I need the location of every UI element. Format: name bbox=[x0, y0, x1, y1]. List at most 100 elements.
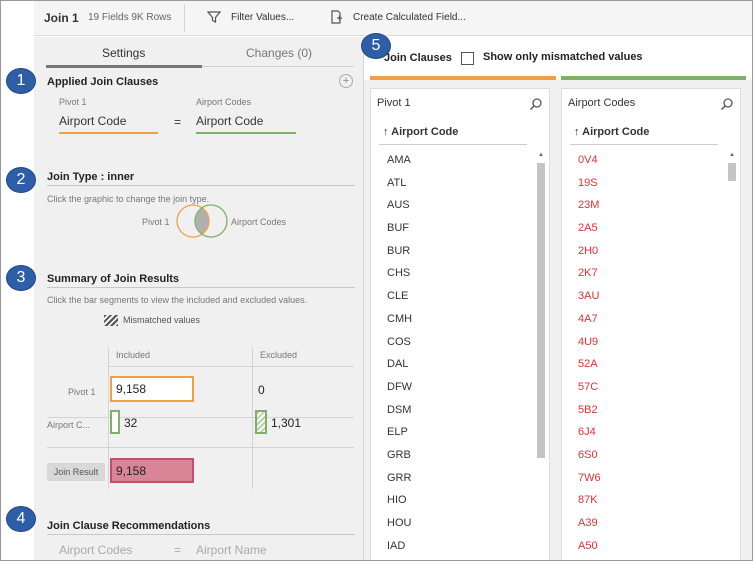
value-item[interactable]: 87K bbox=[578, 489, 718, 512]
value-item[interactable]: 0V4 bbox=[578, 149, 718, 172]
filter-values-button[interactable]: Filter Values... bbox=[207, 8, 294, 26]
airport-excluded-bar[interactable] bbox=[255, 410, 267, 434]
recommendation-left-field[interactable]: Airport Codes bbox=[59, 543, 132, 557]
value-item[interactable]: 4U9 bbox=[578, 331, 718, 354]
hatch-pattern-icon bbox=[104, 315, 118, 326]
value-item[interactable]: 52A bbox=[578, 353, 718, 376]
callout-badge-2: 2 bbox=[6, 167, 36, 193]
search-icon[interactable] bbox=[529, 97, 543, 111]
excluded-header: Excluded bbox=[260, 350, 298, 360]
row-label-pivot: Pivot 1 bbox=[68, 387, 96, 397]
recommendation-right-field[interactable]: Airport Name bbox=[196, 543, 267, 557]
value-item[interactable]: GRR bbox=[387, 467, 527, 490]
right-join-field[interactable]: Airport Code bbox=[196, 114, 296, 134]
value-item[interactable]: 7W6 bbox=[578, 467, 718, 490]
pivot-excluded-value[interactable]: 0 bbox=[258, 383, 265, 397]
callout-badge-4: 4 bbox=[6, 506, 36, 532]
create-calculated-field-label: Create Calculated Field... bbox=[353, 11, 466, 23]
left-column-field-header[interactable]: ↑ Airport Code bbox=[383, 126, 458, 138]
pivot-included-bar[interactable]: 9,158 bbox=[110, 376, 194, 402]
join-result-label-text: Join Result bbox=[53, 467, 99, 477]
value-item[interactable]: AUS bbox=[387, 194, 527, 217]
value-item[interactable]: DSM bbox=[387, 399, 527, 422]
recommendations-title: Join Clause Recommendations bbox=[47, 520, 211, 532]
scroll-up-icon[interactable]: ▲ bbox=[537, 151, 545, 159]
mismatched-only-label[interactable]: Show only mismatched values bbox=[483, 51, 643, 63]
value-item[interactable]: HIO bbox=[387, 489, 527, 512]
recommendation-operator: = bbox=[174, 543, 182, 557]
value-item[interactable]: BUR bbox=[387, 240, 527, 263]
left-join-field[interactable]: Airport Code bbox=[59, 114, 158, 134]
value-item[interactable]: BUF bbox=[387, 217, 527, 240]
left-values-column: Pivot 1 ↑ Airport Code AMA ATL AUS BUF BUR CH… bbox=[370, 88, 550, 561]
join-result-bar[interactable]: 9,158 bbox=[110, 458, 194, 483]
calculated-field-icon bbox=[331, 10, 342, 24]
included-header: Included bbox=[116, 350, 151, 360]
venn-diagram-icon[interactable] bbox=[174, 202, 230, 240]
toolbar: Join 1 19 Fields 9K Rows Filter Values..… bbox=[34, 0, 752, 36]
applied-join-clauses-title: Applied Join Clauses bbox=[47, 76, 159, 88]
tab-settings[interactable]: Settings bbox=[102, 46, 145, 60]
right-column-field-header[interactable]: ↑ Airport Code bbox=[574, 126, 649, 138]
join-result-value: 9,158 bbox=[116, 463, 147, 478]
value-item[interactable]: DAL bbox=[387, 353, 527, 376]
right-scrollbar[interactable]: ▲ bbox=[728, 151, 736, 561]
scroll-up-icon[interactable]: ▲ bbox=[728, 151, 736, 159]
value-item[interactable]: CLE bbox=[387, 285, 527, 308]
value-item[interactable]: 6J4 bbox=[578, 421, 718, 444]
venn-right-label: Airport Codes bbox=[231, 217, 287, 227]
value-item[interactable]: 2H0 bbox=[578, 240, 718, 263]
create-calculated-field-button[interactable]: Create Calculated Field... bbox=[329, 8, 466, 26]
value-item[interactable]: 3AU bbox=[578, 285, 718, 308]
callout-badge-1: 1 bbox=[6, 68, 36, 94]
column-header-divider bbox=[570, 144, 718, 145]
value-item[interactable]: DFW bbox=[387, 376, 527, 399]
join-type-title: Join Type : inner bbox=[47, 171, 135, 183]
mismatched-only-checkbox[interactable] bbox=[461, 52, 474, 65]
join-type-divider bbox=[47, 185, 355, 186]
tab-divider bbox=[202, 66, 354, 67]
grid-line bbox=[47, 447, 354, 448]
value-item[interactable]: 2K7 bbox=[578, 262, 718, 285]
value-item[interactable]: GRB bbox=[387, 444, 527, 467]
toolbar-divider bbox=[184, 4, 185, 32]
value-item[interactable]: 5B2 bbox=[578, 399, 718, 422]
plus-icon[interactable]: + bbox=[339, 74, 353, 88]
scrollbar-thumb[interactable] bbox=[537, 163, 545, 458]
search-icon[interactable] bbox=[720, 97, 734, 111]
join-operator[interactable]: = bbox=[174, 115, 181, 129]
value-item[interactable]: AMA bbox=[387, 149, 527, 172]
grid-line bbox=[108, 347, 109, 489]
value-item[interactable]: 2A5 bbox=[578, 217, 718, 240]
tab-changes[interactable]: Changes (0) bbox=[246, 46, 312, 60]
airport-included-bar[interactable] bbox=[110, 410, 120, 434]
value-item[interactable]: IAD bbox=[387, 535, 527, 558]
join-result-label: Join Result bbox=[47, 463, 105, 481]
value-item[interactable]: ELP bbox=[387, 421, 527, 444]
value-item[interactable]: 57C bbox=[578, 376, 718, 399]
value-item[interactable]: A50 bbox=[578, 535, 718, 558]
step-title: Join 1 bbox=[44, 11, 79, 25]
column-header-divider bbox=[379, 144, 527, 145]
callout-badge-3: 3 bbox=[6, 265, 36, 291]
value-item[interactable]: CHS bbox=[387, 262, 527, 285]
value-item[interactable]: 4A7 bbox=[578, 308, 718, 331]
value-item[interactable]: 23M bbox=[578, 194, 718, 217]
value-item[interactable]: ATL bbox=[387, 172, 527, 195]
airport-excluded-value: 1,301 bbox=[271, 416, 302, 430]
value-item[interactable]: A39 bbox=[578, 512, 718, 535]
join-settings-panel: Settings Changes (0) Applied Join Clause… bbox=[34, 37, 364, 561]
value-item[interactable]: COS bbox=[387, 331, 527, 354]
value-item[interactable]: 19S bbox=[578, 172, 718, 195]
recommendations-divider bbox=[47, 534, 355, 535]
scrollbar-thumb[interactable] bbox=[728, 163, 736, 181]
value-item[interactable]: CMH bbox=[387, 308, 527, 331]
value-item[interactable]: HOU bbox=[387, 512, 527, 535]
right-values-column: Airport Codes ↑ Airport Code 0V4 19S 23M 2A… bbox=[561, 88, 741, 561]
right-value-list: 0V4 19S 23M 2A5 2H0 2K7 3AU 4A7 4U9 52A 57C 5B2 6J4 6… bbox=[578, 149, 718, 557]
sort-arrow-icon: ↑ bbox=[383, 126, 389, 138]
left-scrollbar[interactable]: ▲ bbox=[537, 151, 545, 561]
value-item[interactable]: 6S0 bbox=[578, 444, 718, 467]
left-source-label: Pivot 1 bbox=[59, 97, 87, 107]
summary-divider bbox=[47, 287, 355, 288]
